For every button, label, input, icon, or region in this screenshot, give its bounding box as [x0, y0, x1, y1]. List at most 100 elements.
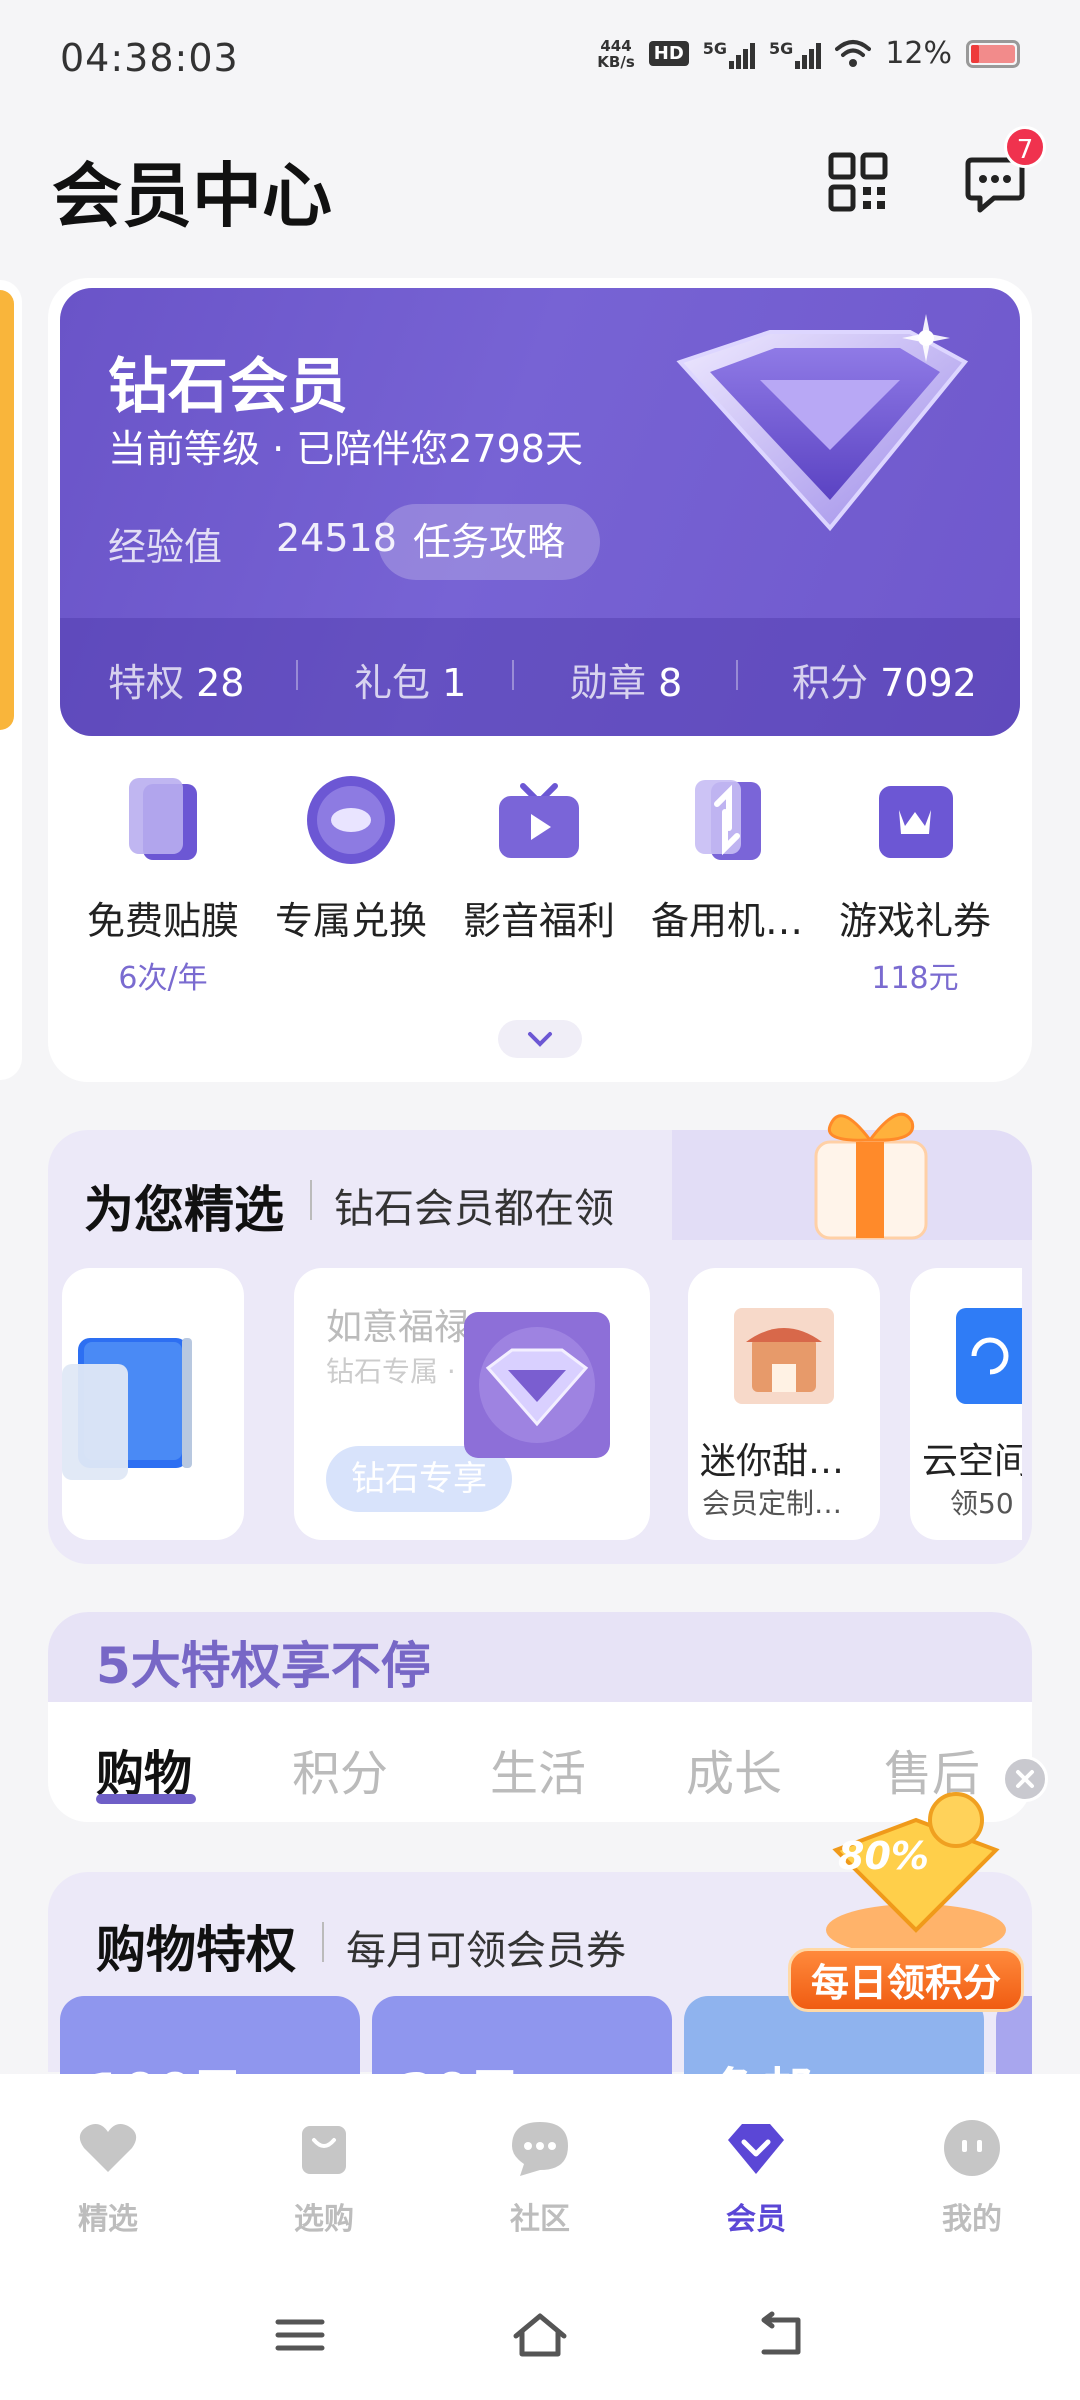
privileges-title: 5大特权享不停: [96, 1637, 431, 1695]
stat-divider: [296, 660, 298, 690]
stat-gift-packs[interactable]: 礼包 1: [354, 652, 466, 707]
nav-label: 选购: [294, 2202, 354, 2237]
nav-featured[interactable]: 精选: [38, 2116, 178, 2238]
menu-icon[interactable]: [270, 2310, 330, 2360]
nav-profile[interactable]: 我的: [902, 2116, 1042, 2238]
previous-card-accent: [0, 290, 14, 730]
exp-label: 经验值: [108, 525, 223, 569]
shopping-perks-title: 购物特权: [96, 1921, 296, 1979]
pick-sub: 领50: [950, 1487, 1014, 1520]
chat-bubble-icon: [512, 2122, 568, 2176]
shopping-bag-icon: [302, 2126, 346, 2174]
stat-label: 特权: [108, 661, 185, 705]
task-guide-button[interactable]: 任务攻略: [378, 504, 600, 580]
shopping-divider: [322, 1922, 324, 1962]
nav-shop[interactable]: 选购: [254, 2116, 394, 2238]
expand-benefits-button[interactable]: [498, 1020, 582, 1058]
gift-box-icon: [814, 1112, 928, 1240]
diamond-icon: [728, 2124, 784, 2174]
benefit-label: 备用机…: [650, 899, 803, 943]
signal-icon: 5G: [702, 38, 756, 69]
pick-name: 迷你甜…: [700, 1441, 845, 1482]
benefit-exclusive-exchange[interactable]: 专属兑换: [256, 770, 446, 945]
pick-sub: 会员定制…: [702, 1487, 843, 1520]
nav-label: 社区: [510, 2202, 570, 2237]
active-tab-indicator: [96, 1794, 196, 1804]
shopping-perks-subtitle: 每月可领会员券: [346, 1928, 626, 1974]
stat-value: 1: [442, 661, 467, 705]
stat-medals[interactable]: 勋章 8: [570, 652, 682, 707]
tab-points[interactable]: 积分: [292, 1734, 388, 1804]
benefit-label: 影音福利: [462, 899, 615, 943]
picks-divider: [310, 1180, 312, 1220]
benefit-sub: 118元: [871, 961, 959, 996]
stat-value: 8: [658, 661, 683, 705]
stat-value: 7092: [880, 661, 977, 705]
screen-film-icon: [129, 778, 197, 860]
picks-title: 为您精选: [84, 1181, 284, 1239]
daily-points-promo-art[interactable]: 80%: [806, 1780, 1026, 1960]
chevron-down-icon: [528, 1032, 552, 1047]
message-badge: 7: [1004, 126, 1046, 168]
game-coupon-icon: [879, 786, 953, 858]
stat-value: 28: [196, 661, 245, 705]
diamond-badge-icon: [676, 314, 969, 532]
nav-member[interactable]: 会员: [686, 2116, 826, 2238]
member-tier-subtitle: 当前等级 · 已陪伴您2798天: [108, 427, 583, 471]
diamond-gift-icon: [464, 1312, 610, 1458]
stat-label: 礼包: [354, 661, 431, 705]
net-speed-value: 444: [600, 36, 632, 55]
spare-phone-icon: [695, 780, 761, 860]
battery-icon: [966, 39, 1020, 68]
wifi-icon: [835, 39, 872, 67]
page-title: 会员中心: [52, 155, 332, 237]
qr-code-icon[interactable]: [828, 152, 888, 212]
nav-community[interactable]: 社区: [470, 2116, 610, 2238]
daily-points-button[interactable]: 每日领积分: [788, 1948, 1024, 2012]
benefit-screen-film[interactable]: 免费贴膜 6次/年: [68, 770, 258, 997]
signal-icon-2: 5G: [769, 38, 822, 69]
stat-label: 勋章: [570, 661, 647, 705]
benefit-sub: 6次/年: [118, 961, 208, 996]
cloud-sync-icon: [956, 1308, 1022, 1404]
pick-card-ruyi[interactable]: 如意福禄 钻石专属 · 钻石专享: [294, 1268, 650, 1540]
stat-points[interactable]: 积分 7092: [792, 652, 977, 707]
signal-5g-label: 5G: [702, 38, 728, 58]
tab-growth[interactable]: 成长: [686, 1734, 782, 1804]
back-icon[interactable]: [752, 2310, 812, 2360]
hd-icon: HD: [648, 41, 689, 66]
dessert-shop-icon: [734, 1308, 834, 1404]
tv-play-icon: [499, 783, 579, 858]
heart-icon: [79, 2124, 137, 2172]
pick-card-device[interactable]: [62, 1268, 244, 1540]
member-tier-name: 钻石会员: [108, 352, 348, 422]
signal-5g-label-2: 5G: [769, 38, 794, 58]
exchange-icon: [307, 776, 395, 864]
pick-sub: 钻石专属 ·: [326, 1355, 456, 1388]
home-icon[interactable]: [510, 2310, 570, 2360]
stat-divider: [512, 660, 514, 690]
promo-percent: 80%: [838, 1834, 929, 1878]
phone-film-icon: [62, 1338, 192, 1480]
benefit-media[interactable]: 影音福利: [444, 770, 634, 945]
pick-name: 如意福禄: [326, 1307, 471, 1348]
stat-label: 积分: [792, 661, 869, 705]
nav-label: 会员: [726, 2202, 786, 2237]
picks-subtitle: 钻石会员都在领: [334, 1186, 614, 1232]
status-time: 04:38:03: [60, 36, 239, 80]
stat-privileges[interactable]: 特权 28: [108, 652, 244, 707]
profile-face-icon: [944, 2120, 1000, 2176]
battery-percent: 12%: [885, 36, 952, 71]
nav-label: 我的: [942, 2202, 1002, 2237]
network-speed: 444 KB/s: [597, 38, 634, 70]
tab-life[interactable]: 生活: [490, 1734, 586, 1804]
benefit-label: 专属兑换: [274, 899, 427, 943]
benefit-label: 游戏礼券: [838, 899, 991, 943]
benefit-spare-phone[interactable]: 备用机…: [632, 770, 822, 945]
pick-card-cloud[interactable]: 云空间 领50: [910, 1268, 1022, 1540]
stat-divider: [736, 660, 738, 690]
pick-card-mini-sweet[interactable]: 迷你甜… 会员定制…: [688, 1268, 880, 1540]
pick-name: 云空间: [922, 1441, 1022, 1482]
benefit-game-coupon[interactable]: 游戏礼券 118元: [820, 770, 1010, 997]
status-icons: 444 KB/s HD 5G 5G 12%: [597, 36, 1020, 71]
